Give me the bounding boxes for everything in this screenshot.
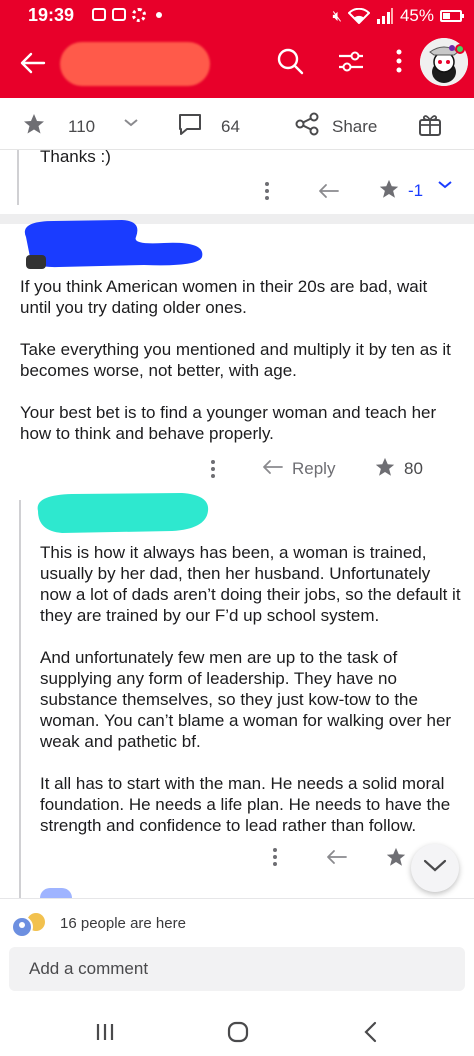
comment-bubble-icon: [177, 112, 203, 141]
more-options-icon[interactable]: [270, 846, 280, 868]
app-notification-icon: [112, 8, 126, 21]
search-icon[interactable]: [275, 46, 305, 76]
comment-actions: -1: [0, 176, 474, 206]
downvote-chevron-icon[interactable]: [437, 180, 453, 190]
signal-icon: [376, 8, 394, 24]
add-comment-placeholder: Add a comment: [29, 959, 149, 978]
redacted-subreddit-name: [60, 42, 210, 86]
more-options-icon[interactable]: [208, 458, 218, 480]
more-notifications-icon: [156, 12, 162, 18]
redacted-username: [24, 220, 203, 269]
reply-arrow-icon[interactable]: [318, 182, 340, 200]
reply-arrow-icon: [262, 458, 284, 481]
comment-text: Thanks :): [40, 147, 111, 166]
battery-percent: 45%: [399, 6, 434, 25]
comment-vote[interactable]: -1: [378, 178, 423, 205]
comment-actions: Reply 80: [0, 454, 474, 484]
sort-filter-icon[interactable]: [336, 46, 366, 76]
clock: 19:39: [28, 5, 75, 25]
settings-notification-icon: [132, 8, 146, 22]
comment-paragraph: Take everything you mentioned and multip…: [20, 340, 451, 380]
comment-vote[interactable]: 80: [374, 456, 423, 483]
more-options-icon[interactable]: [262, 180, 272, 202]
comment-paragraph: Your best bet is to find a younger woman…: [20, 403, 437, 443]
add-comment-input[interactable]: Add a comment: [9, 947, 465, 991]
comment-count: 64: [221, 116, 240, 136]
gift-icon: [417, 112, 443, 143]
scroll-down-button[interactable]: [411, 844, 459, 892]
home-icon[interactable]: [224, 1018, 252, 1046]
chevron-down-icon: [423, 859, 447, 878]
comment-paragraph: It all has to start with the man. He nee…: [40, 774, 451, 835]
award-button[interactable]: [417, 112, 443, 143]
back-arrow-icon[interactable]: [18, 48, 48, 78]
presence-text: 16 people are here: [60, 915, 186, 932]
upvote-star-icon[interactable]: [385, 846, 407, 868]
next-comment-avatar: [40, 888, 72, 898]
presence-bar: 16 people are here Add a comment: [0, 898, 474, 1008]
more-options-icon[interactable]: [384, 46, 414, 76]
status-bar: 19:39 🔇︎ 45%: [0, 0, 474, 30]
recent-apps-icon[interactable]: [91, 1018, 119, 1046]
system-nav-bar: [0, 1008, 474, 1056]
app-bar: [0, 30, 474, 98]
gallery-notification-icon: [92, 8, 106, 21]
comments-button[interactable]: 64: [177, 112, 240, 141]
comment-paragraph: If you think American women in their 20s…: [20, 277, 428, 317]
redacted-username: [37, 493, 209, 533]
reply-button[interactable]: Reply: [262, 458, 335, 481]
upvote-star-icon[interactable]: [378, 178, 400, 205]
share-label: Share: [332, 116, 378, 136]
comment-score: -1: [408, 181, 424, 200]
comment-score: 80: [404, 459, 423, 478]
wifi-icon: [347, 8, 370, 24]
back-icon[interactable]: [357, 1018, 385, 1046]
comment-body: This is how it always has been, a woman …: [40, 542, 465, 857]
reply-arrow-icon[interactable]: [326, 848, 348, 866]
post-vote-control[interactable]: 110: [22, 112, 139, 141]
mute-icon: 🔇︎: [332, 7, 342, 25]
downvote-chevron-icon[interactable]: [123, 113, 139, 133]
comment-paragraph: And unfortunately few men are up to the …: [40, 648, 452, 751]
app-header: 19:39 🔇︎ 45%: [0, 0, 474, 98]
comment-body: If you think American women in their 20s…: [20, 276, 460, 465]
reply-label: Reply: [292, 459, 336, 478]
upvote-star-icon[interactable]: [374, 456, 396, 483]
post-vote-count: 110: [68, 116, 96, 136]
comment-actions: [0, 842, 474, 872]
comment-paragraph: This is how it always has been, a woman …: [40, 543, 461, 625]
active-users-avatars: [11, 913, 45, 938]
share-icon: [294, 112, 320, 141]
online-status-dot: [455, 44, 465, 54]
upvote-star-icon[interactable]: [22, 112, 46, 141]
thread-line: [19, 500, 21, 898]
post-action-bar: 110 64 Share: [0, 98, 474, 150]
battery-icon: [440, 10, 464, 22]
share-button[interactable]: Share: [294, 112, 377, 141]
comment-body: Thanks :): [40, 146, 111, 167]
